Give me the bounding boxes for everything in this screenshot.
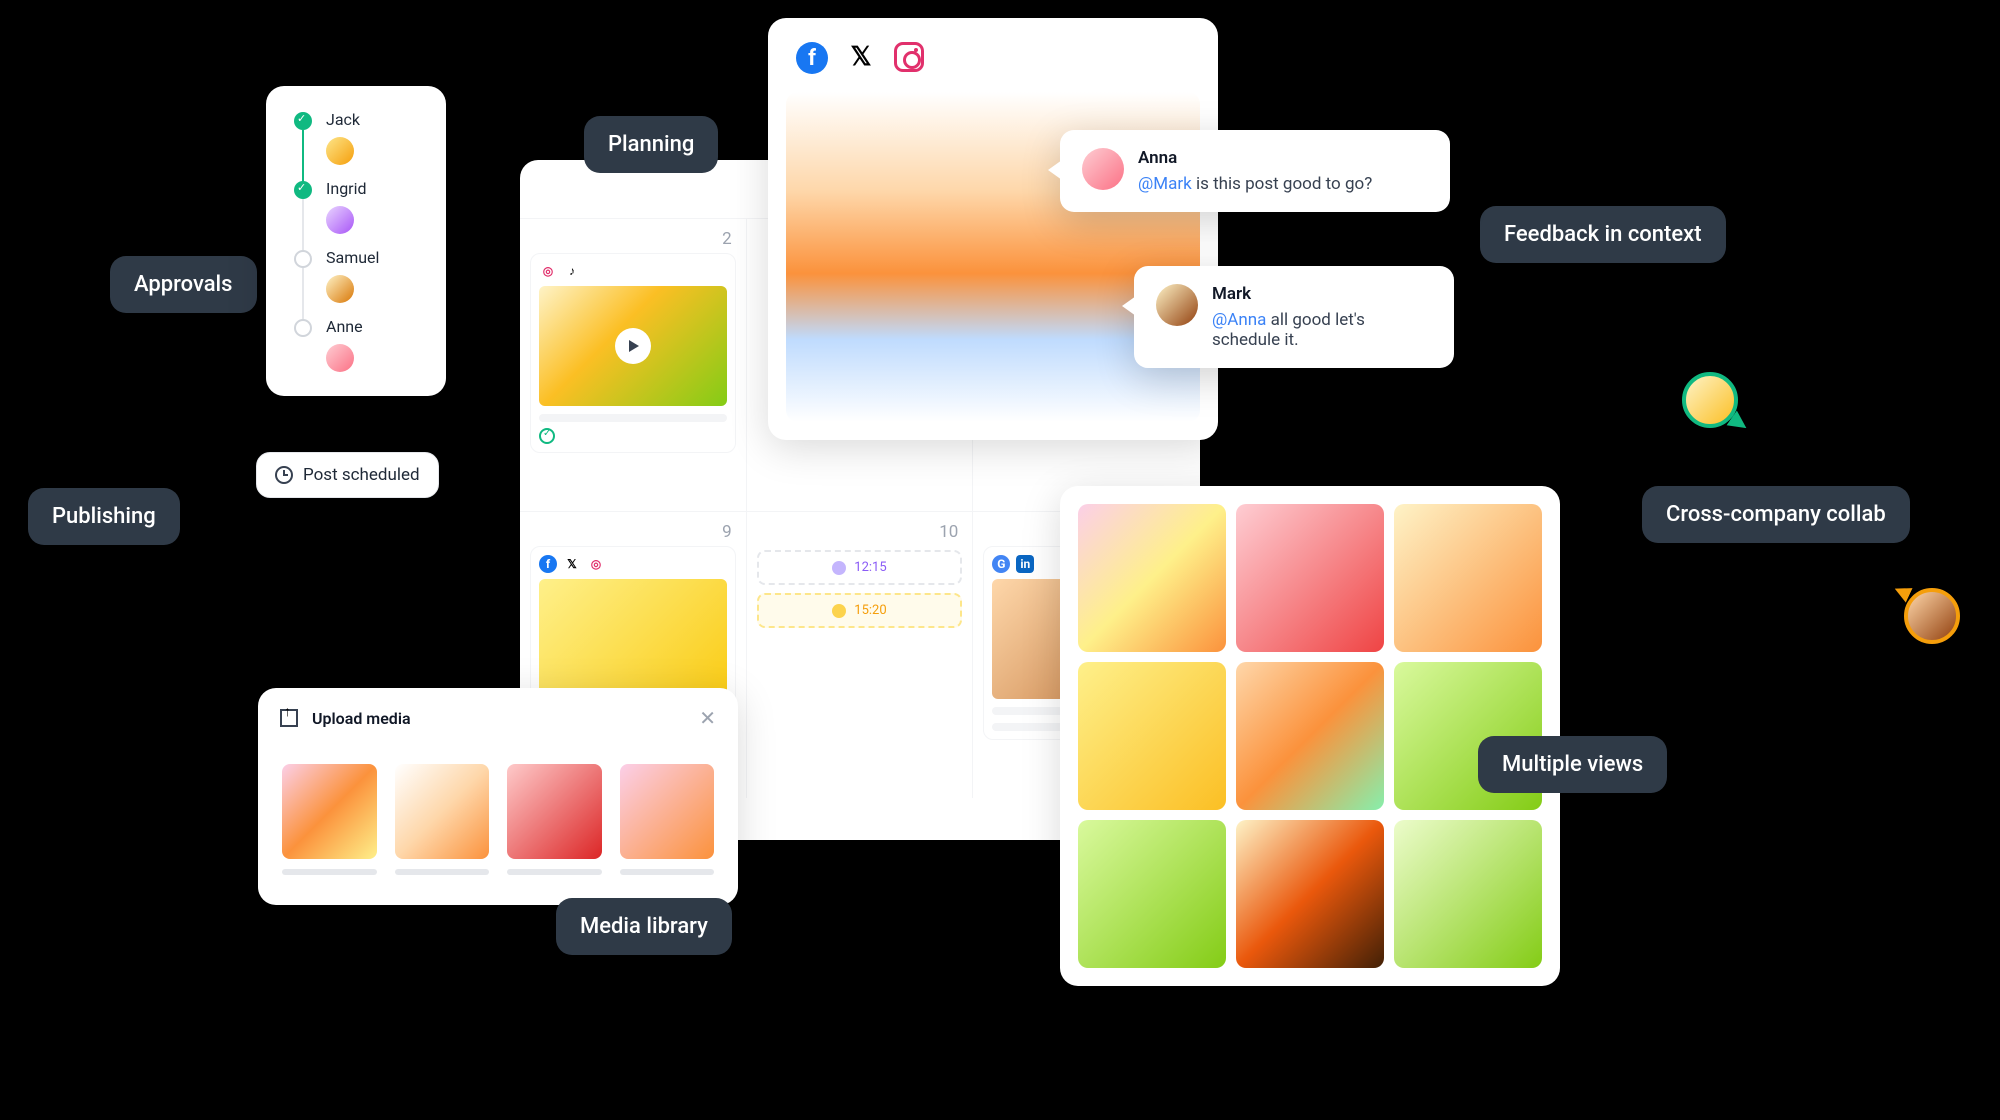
instagram-icon[interactable]: [894, 42, 924, 72]
facebook-icon: f: [539, 555, 557, 573]
avatar: [1082, 148, 1124, 190]
time-value: 15:20: [854, 603, 886, 618]
placeholder-bar: [282, 869, 377, 875]
gallery-item[interactable]: [1078, 820, 1226, 968]
mention[interactable]: @Anna: [1212, 310, 1266, 330]
media-thumbnail: [282, 764, 377, 859]
media-library-label: Media library: [556, 898, 732, 955]
gallery-item[interactable]: [1236, 504, 1384, 652]
time-slot[interactable]: 12:15: [757, 550, 963, 585]
scheduled-post[interactable]: f 𝕏 ◎: [530, 546, 736, 708]
slot-dot-icon: [832, 604, 846, 618]
avatar: [1156, 284, 1198, 326]
avatar: [326, 206, 354, 234]
approver-name: Samuel: [326, 248, 379, 267]
gallery-card: [1060, 486, 1560, 986]
gallery-item[interactable]: [1236, 662, 1384, 810]
instagram-icon: ◎: [587, 555, 605, 573]
calendar-date: 2: [722, 229, 732, 249]
gallery-item[interactable]: [1078, 662, 1226, 810]
calendar-date: 9: [722, 522, 732, 542]
approver-name: Ingrid: [326, 179, 367, 198]
approvals-card: Jack Ingrid Samuel Anne: [266, 86, 446, 396]
comment-author: Anna: [1138, 148, 1372, 168]
comment-bubble[interactable]: Mark @Anna all good let's schedule it.: [1134, 266, 1454, 368]
calendar-date: 10: [939, 522, 958, 542]
media-item[interactable]: [507, 764, 602, 875]
collaborator-cursor: [1682, 372, 1738, 428]
placeholder-bar: [507, 869, 602, 875]
calendar-cell[interactable]: 10 12:15 15:20: [747, 511, 974, 798]
gallery-item[interactable]: [1236, 820, 1384, 968]
close-icon[interactable]: ✕: [699, 706, 716, 730]
media-item[interactable]: [395, 764, 490, 875]
placeholder-bar: [395, 869, 490, 875]
play-icon[interactable]: [615, 328, 651, 364]
post-thumbnail: [539, 579, 727, 699]
comment-bubble[interactable]: Anna @Mark is this post good to go?: [1060, 130, 1450, 212]
clock-icon: [275, 466, 293, 484]
approver-name: Anne: [326, 317, 363, 336]
planning-label: Planning: [584, 116, 718, 173]
linkedin-icon: in: [1016, 555, 1034, 573]
approval-row[interactable]: Anne: [294, 317, 424, 372]
scheduled-text: Post scheduled: [303, 465, 420, 485]
media-library-title: Upload media: [312, 709, 685, 728]
check-icon: [294, 181, 312, 199]
media-library-card: Upload media ✕: [258, 688, 738, 905]
tiktok-icon: ♪: [563, 262, 581, 280]
google-icon: G: [992, 555, 1010, 573]
media-item[interactable]: [282, 764, 377, 875]
avatar: [326, 344, 354, 372]
approval-row[interactable]: Jack: [294, 110, 424, 165]
slot-dot-icon: [832, 561, 846, 575]
gallery-item[interactable]: [1394, 504, 1542, 652]
check-icon: [539, 428, 555, 444]
x-icon: 𝕏: [563, 555, 581, 573]
placeholder-bar: [620, 869, 715, 875]
approval-row[interactable]: Ingrid: [294, 179, 424, 234]
mention[interactable]: @Mark: [1138, 174, 1192, 194]
media-item[interactable]: [620, 764, 715, 875]
facebook-icon[interactable]: f: [796, 42, 828, 74]
avatar: [326, 137, 354, 165]
x-icon[interactable]: 𝕏: [846, 42, 876, 72]
media-thumbnail: [620, 764, 715, 859]
scheduled-post[interactable]: ◎ ♪: [530, 253, 736, 453]
gallery-item[interactable]: [1394, 820, 1542, 968]
post-preview-card[interactable]: f 𝕏: [768, 18, 1218, 440]
comment-author: Mark: [1212, 284, 1432, 304]
media-thumbnail: [507, 764, 602, 859]
post-scheduled-badge: Post scheduled: [256, 452, 439, 498]
approvals-label: Approvals: [110, 256, 257, 313]
feedback-label: Feedback in context: [1480, 206, 1726, 263]
pending-icon: [294, 250, 312, 268]
check-icon: [294, 112, 312, 130]
upload-icon[interactable]: [280, 709, 298, 727]
post-channels: f 𝕏: [768, 18, 1218, 92]
gallery-item[interactable]: [1078, 504, 1226, 652]
collaborator-cursor: [1904, 588, 1960, 644]
multiple-views-label: Multiple views: [1478, 736, 1667, 793]
media-thumbnail: [395, 764, 490, 859]
avatar: [326, 275, 354, 303]
time-value: 12:15: [854, 560, 886, 575]
approval-row[interactable]: Samuel: [294, 248, 424, 303]
comment-text: @Anna all good let's schedule it.: [1212, 310, 1432, 350]
comment-text: @Mark is this post good to go?: [1138, 174, 1372, 194]
cross-company-label: Cross-company collab: [1642, 486, 1910, 543]
placeholder-bar: [539, 414, 727, 422]
instagram-icon: ◎: [539, 262, 557, 280]
time-slot[interactable]: 15:20: [757, 593, 963, 628]
publishing-label: Publishing: [28, 488, 180, 545]
approver-name: Jack: [326, 110, 360, 129]
calendar-cell[interactable]: 2 ◎ ♪: [520, 218, 747, 511]
pending-icon: [294, 319, 312, 337]
